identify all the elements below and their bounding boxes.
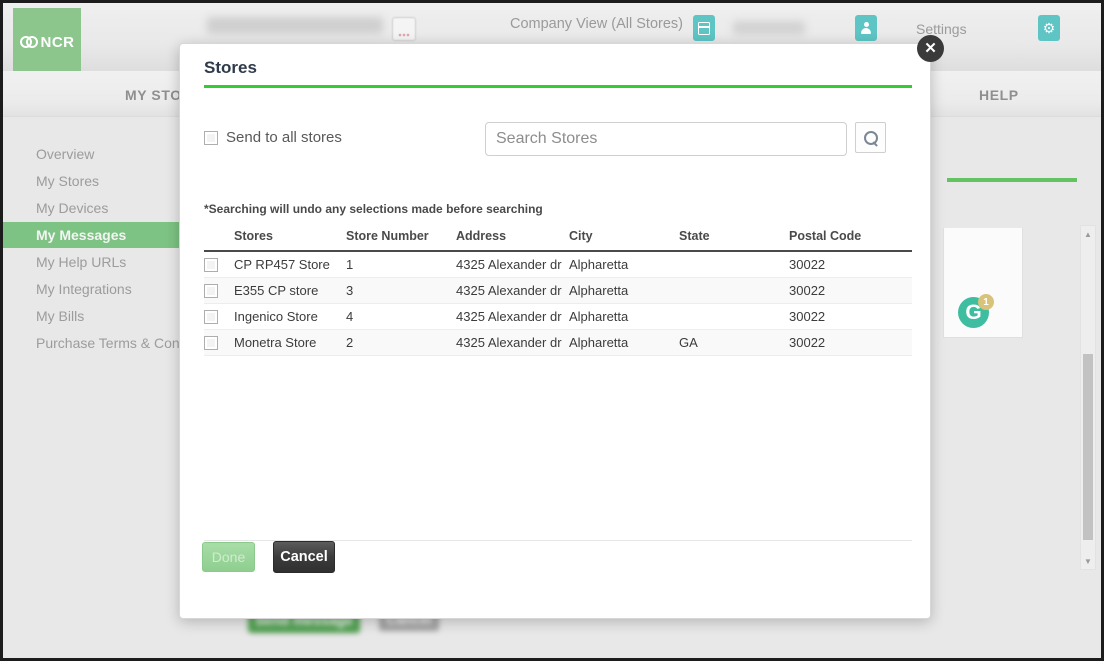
scrollbar-thumb[interactable]	[1083, 354, 1093, 540]
stores-table: Stores Store Number Address City State P…	[204, 224, 912, 356]
ncr-logo-text: NCR	[40, 33, 75, 51]
search-warning-note: *Searching will undo any selections made…	[204, 202, 543, 216]
sidebar-item-my-devices[interactable]: My Devices	[3, 195, 181, 221]
cell-number: 2	[346, 329, 456, 356]
nav-help[interactable]: HELP	[979, 87, 1019, 103]
integration-badge[interactable]: G 1	[958, 294, 994, 330]
table-row[interactable]: CP RP457 Store 1 4325 Alexander dr Alpha…	[204, 251, 912, 278]
send-to-all-row[interactable]: Send to all stores	[204, 129, 342, 146]
cell-city: Alpharetta	[569, 303, 679, 330]
ncr-logo[interactable]: NCR	[13, 8, 81, 76]
close-icon[interactable]: ✕	[917, 35, 944, 62]
cell-postal: 30022	[789, 303, 912, 330]
ncr-links-logo-icon	[19, 36, 38, 48]
sidebar-item-purchase-terms[interactable]: Purchase Terms & Condit	[3, 330, 194, 356]
cell-store: Ingenico Store	[234, 303, 346, 330]
cell-city: Alpharetta	[569, 251, 679, 278]
row-checkbox-cell[interactable]	[204, 277, 234, 304]
cell-number: 1	[346, 251, 456, 278]
card-icon[interactable]	[693, 15, 715, 41]
cell-store: E355 CP store	[234, 277, 346, 304]
screenshot-root: NCR Company View (All Stores) Settings ⚙	[0, 0, 1104, 661]
cell-address: 4325 Alexander dr	[456, 277, 569, 304]
row-checkbox[interactable]	[204, 283, 218, 298]
search-input[interactable]	[485, 122, 847, 156]
cell-postal: 30022	[789, 277, 912, 304]
cell-state: GA	[679, 329, 789, 356]
col-postal-code[interactable]: Postal Code	[789, 224, 912, 252]
sidebar-item-my-messages[interactable]: My Messages	[3, 222, 181, 248]
scroll-up-arrow-icon[interactable]: ▲	[1081, 226, 1095, 242]
scroll-down-arrow-icon[interactable]: ▼	[1081, 553, 1095, 569]
table-row[interactable]: E355 CP store 3 4325 Alexander dr Alphar…	[204, 277, 912, 304]
row-checkbox-cell[interactable]	[204, 303, 234, 330]
gear-icon[interactable]: ⚙	[1038, 15, 1060, 41]
cell-state	[679, 251, 789, 278]
cell-city: Alpharetta	[569, 329, 679, 356]
col-checkbox	[204, 224, 234, 252]
search-area	[485, 122, 886, 156]
cell-address: 4325 Alexander dr	[456, 303, 569, 330]
col-store-number[interactable]: Store Number	[346, 224, 456, 252]
cell-state	[679, 303, 789, 330]
sidebar-item-overview[interactable]: Overview	[3, 141, 181, 167]
stores-modal: Stores ✕ Send to all stores *Searching w…	[179, 35, 944, 619]
col-stores[interactable]: Stores	[234, 224, 346, 252]
done-button[interactable]: Done	[202, 542, 255, 572]
cell-state	[679, 277, 789, 304]
blurred-user-name	[733, 21, 805, 35]
sidebar-item-my-integrations[interactable]: My Integrations	[3, 276, 181, 302]
more-options-button[interactable]	[392, 17, 416, 41]
sidebar-item-my-bills[interactable]: My Bills	[3, 303, 181, 329]
row-checkbox[interactable]	[204, 257, 218, 272]
row-checkbox[interactable]	[204, 309, 218, 324]
cell-postal: 30022	[789, 251, 912, 278]
send-to-all-checkbox[interactable]	[204, 130, 218, 145]
cell-postal: 30022	[789, 329, 912, 356]
table-row[interactable]: Monetra Store 2 4325 Alexander dr Alphar…	[204, 329, 912, 356]
col-city[interactable]: City	[569, 224, 679, 252]
cell-address: 4325 Alexander dr	[456, 251, 569, 278]
dot-icon	[403, 34, 405, 36]
col-address[interactable]: Address	[456, 224, 569, 252]
cell-store: Monetra Store	[234, 329, 346, 356]
col-state[interactable]: State	[679, 224, 789, 252]
sidebar-item-my-stores[interactable]: My Stores	[3, 168, 181, 194]
send-to-all-label: Send to all stores	[226, 129, 342, 146]
modal-title: Stores	[204, 58, 257, 77]
row-checkbox-cell[interactable]	[204, 329, 234, 356]
cell-number: 4	[346, 303, 456, 330]
company-view-label: Company View (All Stores)	[510, 16, 683, 32]
page-scrollbar[interactable]: ▲ ▼	[1080, 225, 1096, 570]
settings-label[interactable]: Settings	[916, 21, 967, 37]
modal-cancel-button[interactable]: Cancel	[273, 541, 335, 573]
blurred-page-title	[207, 17, 383, 34]
search-button[interactable]	[855, 122, 886, 153]
dot-icon	[407, 34, 409, 36]
dot-icon	[399, 34, 401, 36]
cell-city: Alpharetta	[569, 277, 679, 304]
search-icon	[864, 131, 878, 145]
cell-number: 3	[346, 277, 456, 304]
table-header-row: Stores Store Number Address City State P…	[204, 224, 912, 252]
sidebar-item-my-help-urls[interactable]: My Help URLs	[3, 249, 181, 275]
table-row[interactable]: Ingenico Store 4 4325 Alexander dr Alpha…	[204, 303, 912, 330]
nav-my-stores[interactable]: MY STO	[125, 87, 182, 103]
cell-address: 4325 Alexander dr	[456, 329, 569, 356]
modal-title-underline	[204, 85, 912, 88]
person-icon[interactable]	[855, 15, 877, 41]
row-checkbox[interactable]	[204, 335, 218, 350]
notification-count-badge: 1	[978, 294, 994, 310]
content-accent-rule	[947, 178, 1077, 182]
row-checkbox-cell[interactable]	[204, 251, 234, 278]
cell-store: CP RP457 Store	[234, 251, 346, 278]
